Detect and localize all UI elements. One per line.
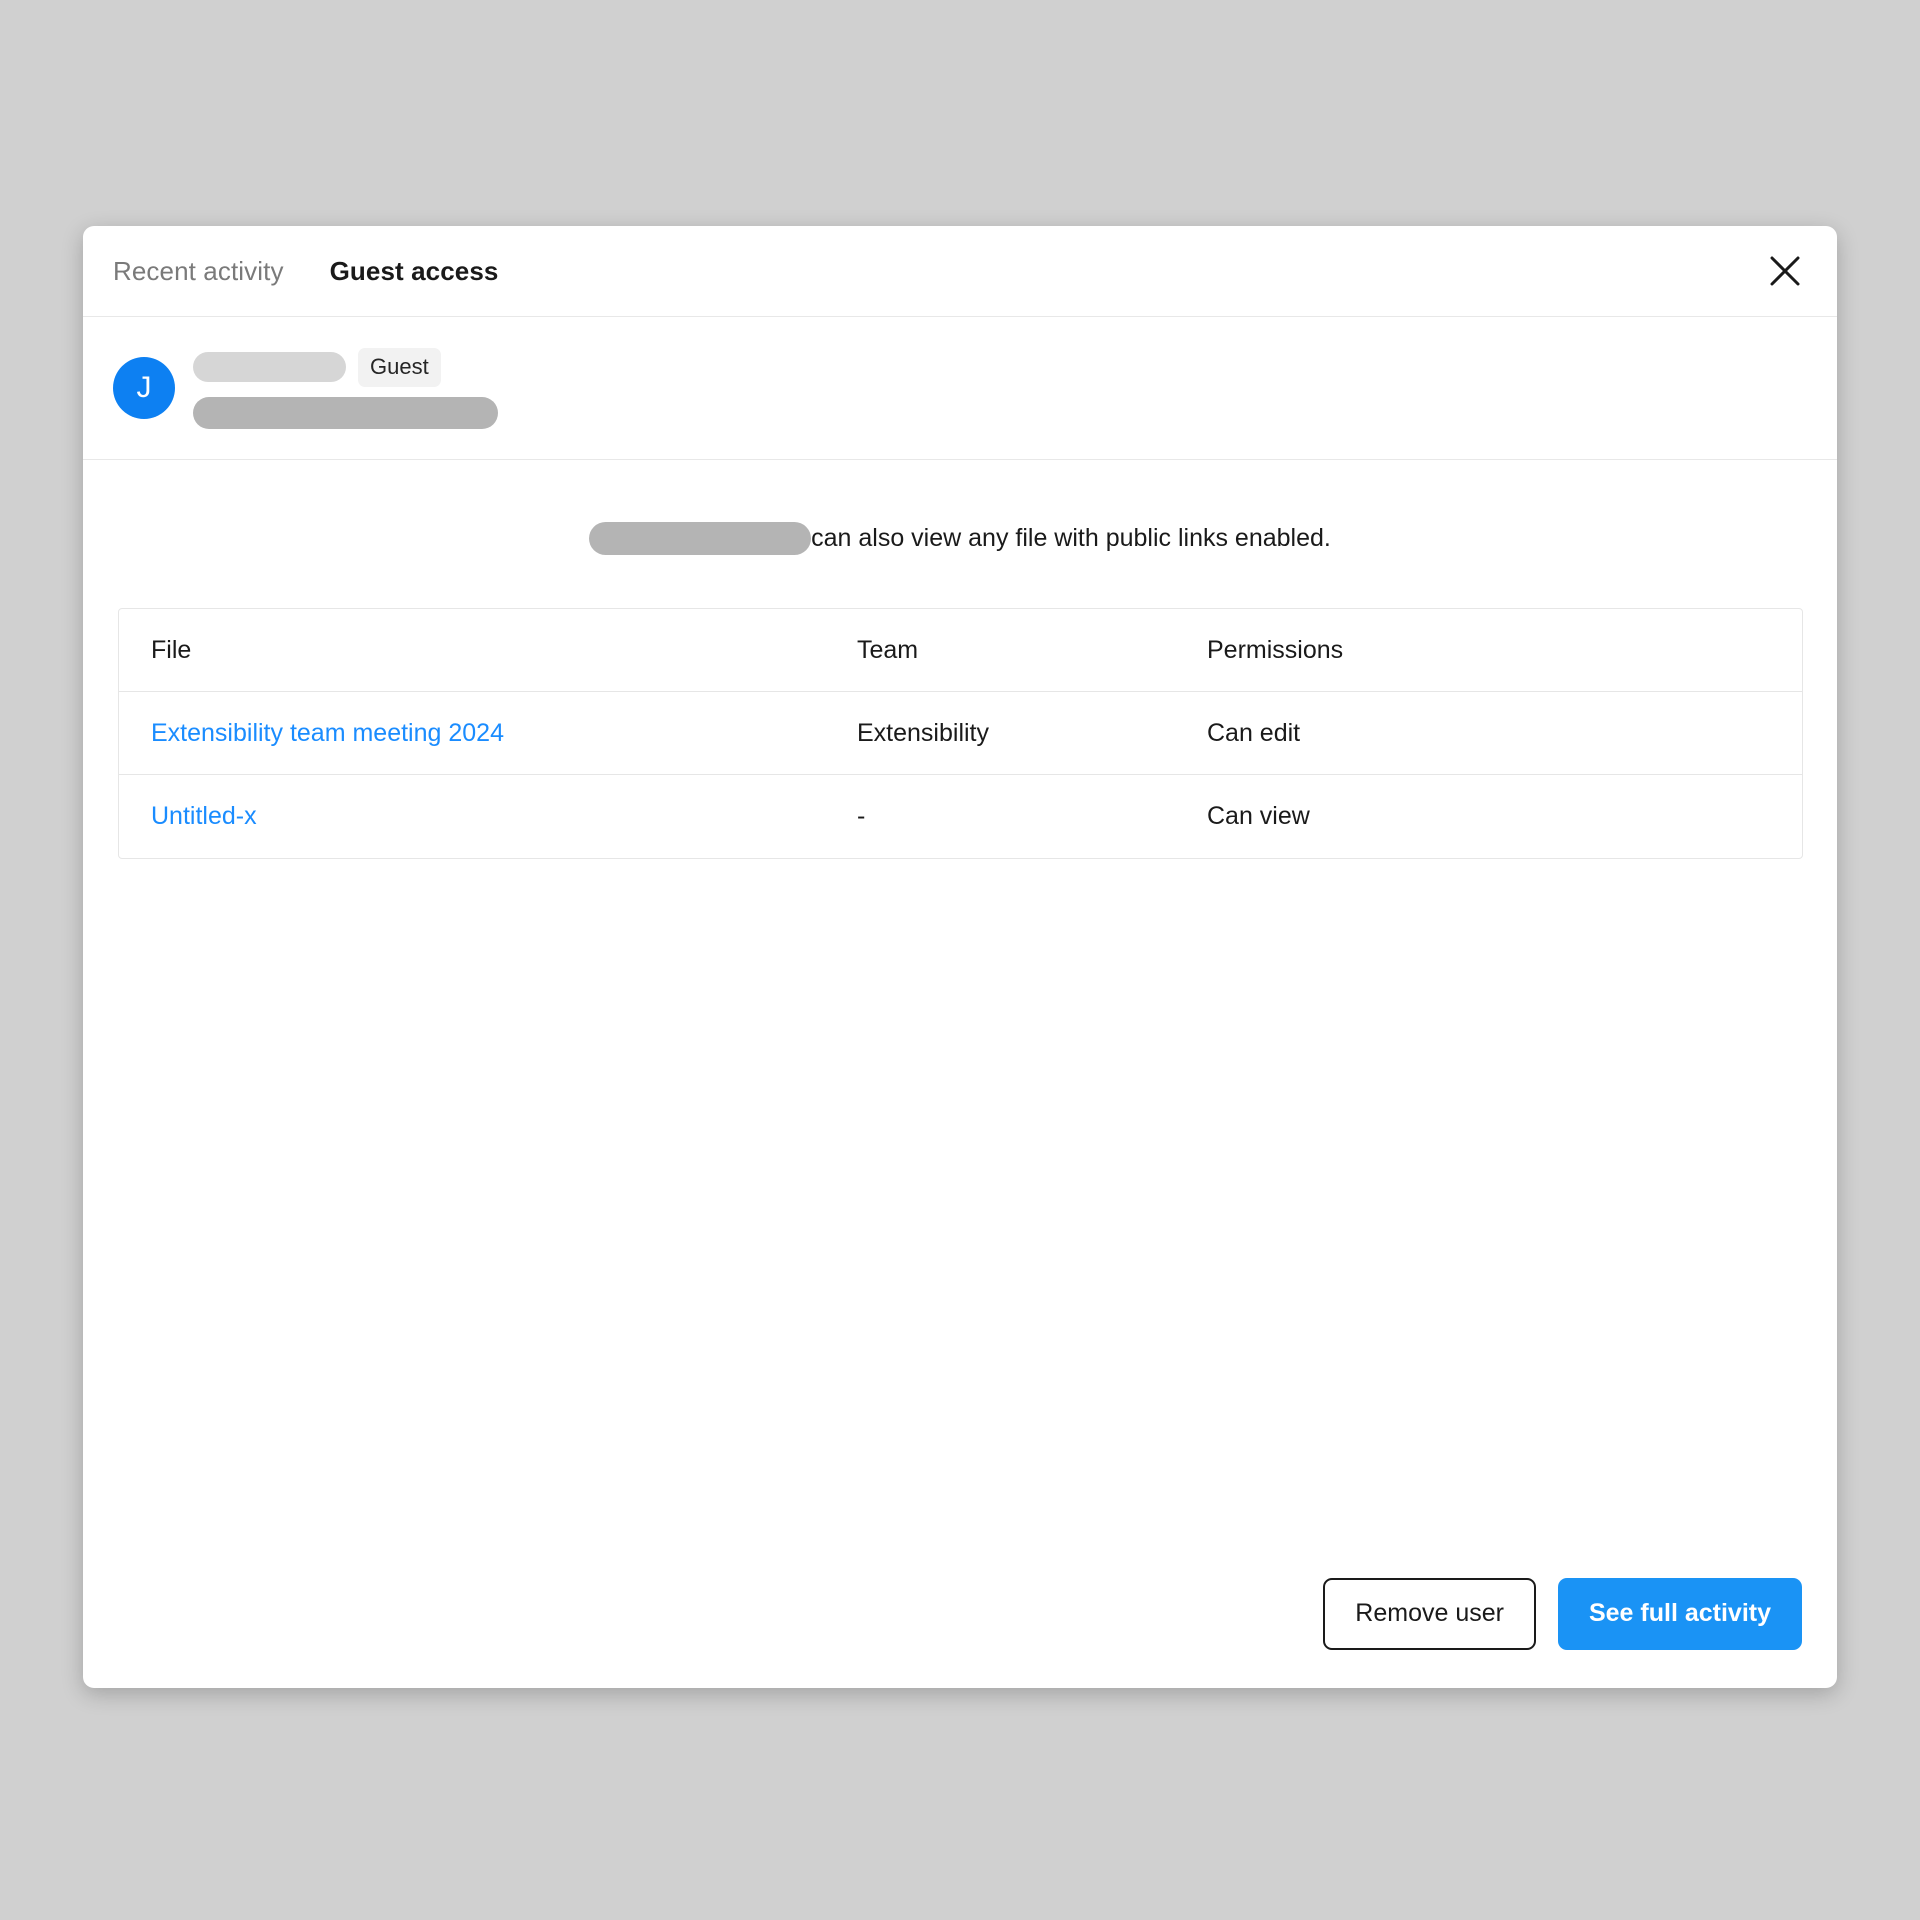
modal-body: can also view any file with public links…: [83, 522, 1837, 859]
tab-guest-access[interactable]: Guest access: [330, 258, 499, 284]
column-header-file: File: [151, 635, 192, 664]
notice-text: can also view any file with public links…: [811, 524, 1331, 552]
guest-user-row: J Guest: [83, 317, 1837, 460]
user-meta: Guest: [193, 347, 498, 429]
file-link[interactable]: Untitled-x: [151, 802, 257, 830]
file-link[interactable]: Extensibility team meeting 2024: [151, 719, 504, 747]
public-links-notice: can also view any file with public links…: [83, 522, 1837, 555]
table-row: Untitled-x - Can view: [119, 775, 1802, 858]
cell-file: Untitled-x: [119, 802, 857, 831]
redacted-user-email: [193, 396, 498, 429]
column-header-permissions: Permissions: [1207, 635, 1344, 664]
user-name-line: Guest: [193, 347, 498, 387]
guest-access-modal: Recent activity Guest access J Guest can…: [83, 226, 1837, 1688]
cell-permissions: Can view: [1207, 802, 1310, 830]
cell-team: Extensibility: [857, 718, 989, 747]
screen: Recent activity Guest access J Guest can…: [0, 0, 1920, 1920]
tab-recent-activity[interactable]: Recent activity: [113, 258, 284, 284]
table-header-row: File Team Permissions: [119, 609, 1802, 692]
cell-team: -: [857, 802, 866, 830]
avatar: J: [113, 357, 175, 419]
close-icon: [1770, 256, 1800, 286]
modal-header: Recent activity Guest access: [83, 226, 1837, 317]
redacted-user-name: [193, 352, 346, 382]
status-badge: Guest: [358, 347, 441, 387]
column-header-team: Team: [857, 635, 919, 664]
cell-permissions: Can edit: [1207, 718, 1301, 747]
shared-files-table: File Team Permissions Extensibility team…: [118, 608, 1803, 859]
redacted-notice-subject: [589, 522, 812, 555]
see-full-activity-button[interactable]: See full activity: [1557, 1578, 1802, 1650]
table-row: Extensibility team meeting 2024 Extensib…: [119, 692, 1802, 775]
tab-bar: Recent activity Guest access: [83, 258, 498, 284]
cell-file: Extensibility team meeting 2024: [119, 719, 857, 748]
close-button[interactable]: [1763, 249, 1807, 293]
modal-footer: Remove user See full activity: [1323, 1578, 1802, 1650]
remove-user-button[interactable]: Remove user: [1323, 1578, 1536, 1650]
